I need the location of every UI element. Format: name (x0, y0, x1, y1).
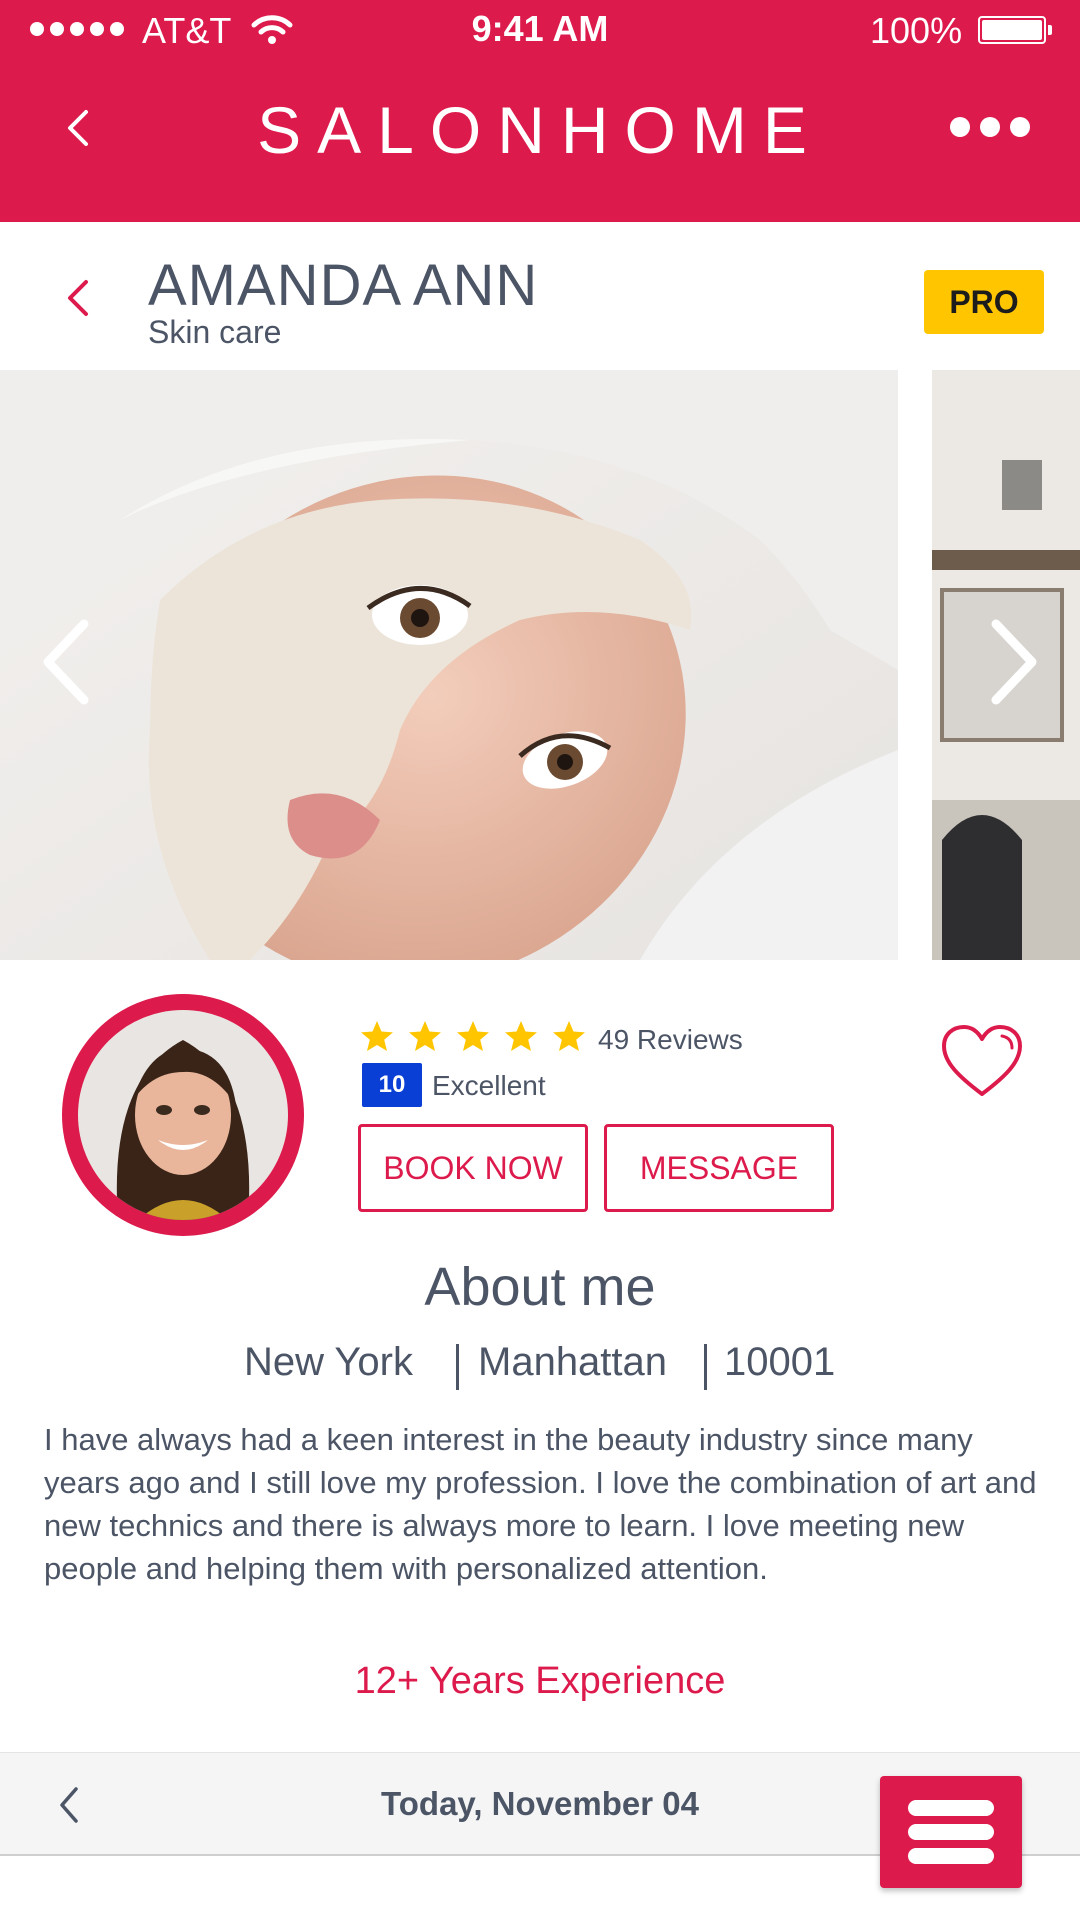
location-city: New York (244, 1340, 413, 1384)
status-bar: AT&T 9:41 AM 100% (0, 0, 1080, 60)
heart-icon[interactable] (938, 1022, 1026, 1100)
star-icon (409, 1021, 441, 1051)
star-icon (505, 1021, 537, 1051)
location-area: Manhattan (478, 1340, 668, 1384)
gallery-prev-icon[interactable] (36, 614, 96, 710)
avatar[interactable] (62, 994, 304, 1236)
more-dots-icon[interactable] (950, 117, 1030, 137)
location-zip: 10001 (724, 1340, 836, 1384)
app-logo: SALONHOME (257, 93, 823, 167)
profile-back-icon[interactable] (62, 276, 94, 320)
score-label: Excellent (432, 1070, 546, 1101)
bio-text: I have always had a keen interest in the… (44, 1422, 1037, 1586)
star-icon (553, 1021, 585, 1051)
pro-badge: PRO (924, 270, 1044, 334)
location-divider (456, 1344, 459, 1390)
app-header: AT&T 9:41 AM 100% SALONHOME (0, 0, 1080, 222)
battery-icon (978, 16, 1052, 44)
reviews-count[interactable]: 49 Reviews (598, 1024, 743, 1056)
professional-name: AMANDA ANN (148, 253, 539, 318)
hamburger-menu-icon[interactable] (880, 1776, 1022, 1888)
battery-percent: 100% (870, 10, 963, 51)
experience-label: 12+ Years Experience (354, 1660, 726, 1702)
photo-gallery[interactable] (0, 370, 1080, 960)
book-now-button[interactable]: BOOK NOW (358, 1124, 588, 1212)
gallery-photo-facial-mask[interactable] (0, 370, 898, 960)
location-divider (704, 1344, 707, 1390)
star-icon (361, 1021, 393, 1051)
professional-specialty: Skin care (148, 314, 282, 350)
score-badge: 10 (362, 1063, 422, 1107)
star-rating (360, 1020, 586, 1052)
message-button[interactable]: MESSAGE (604, 1124, 834, 1212)
gallery-next-icon[interactable] (984, 614, 1044, 710)
about-title: About me (424, 1257, 656, 1317)
star-icon (457, 1021, 489, 1051)
